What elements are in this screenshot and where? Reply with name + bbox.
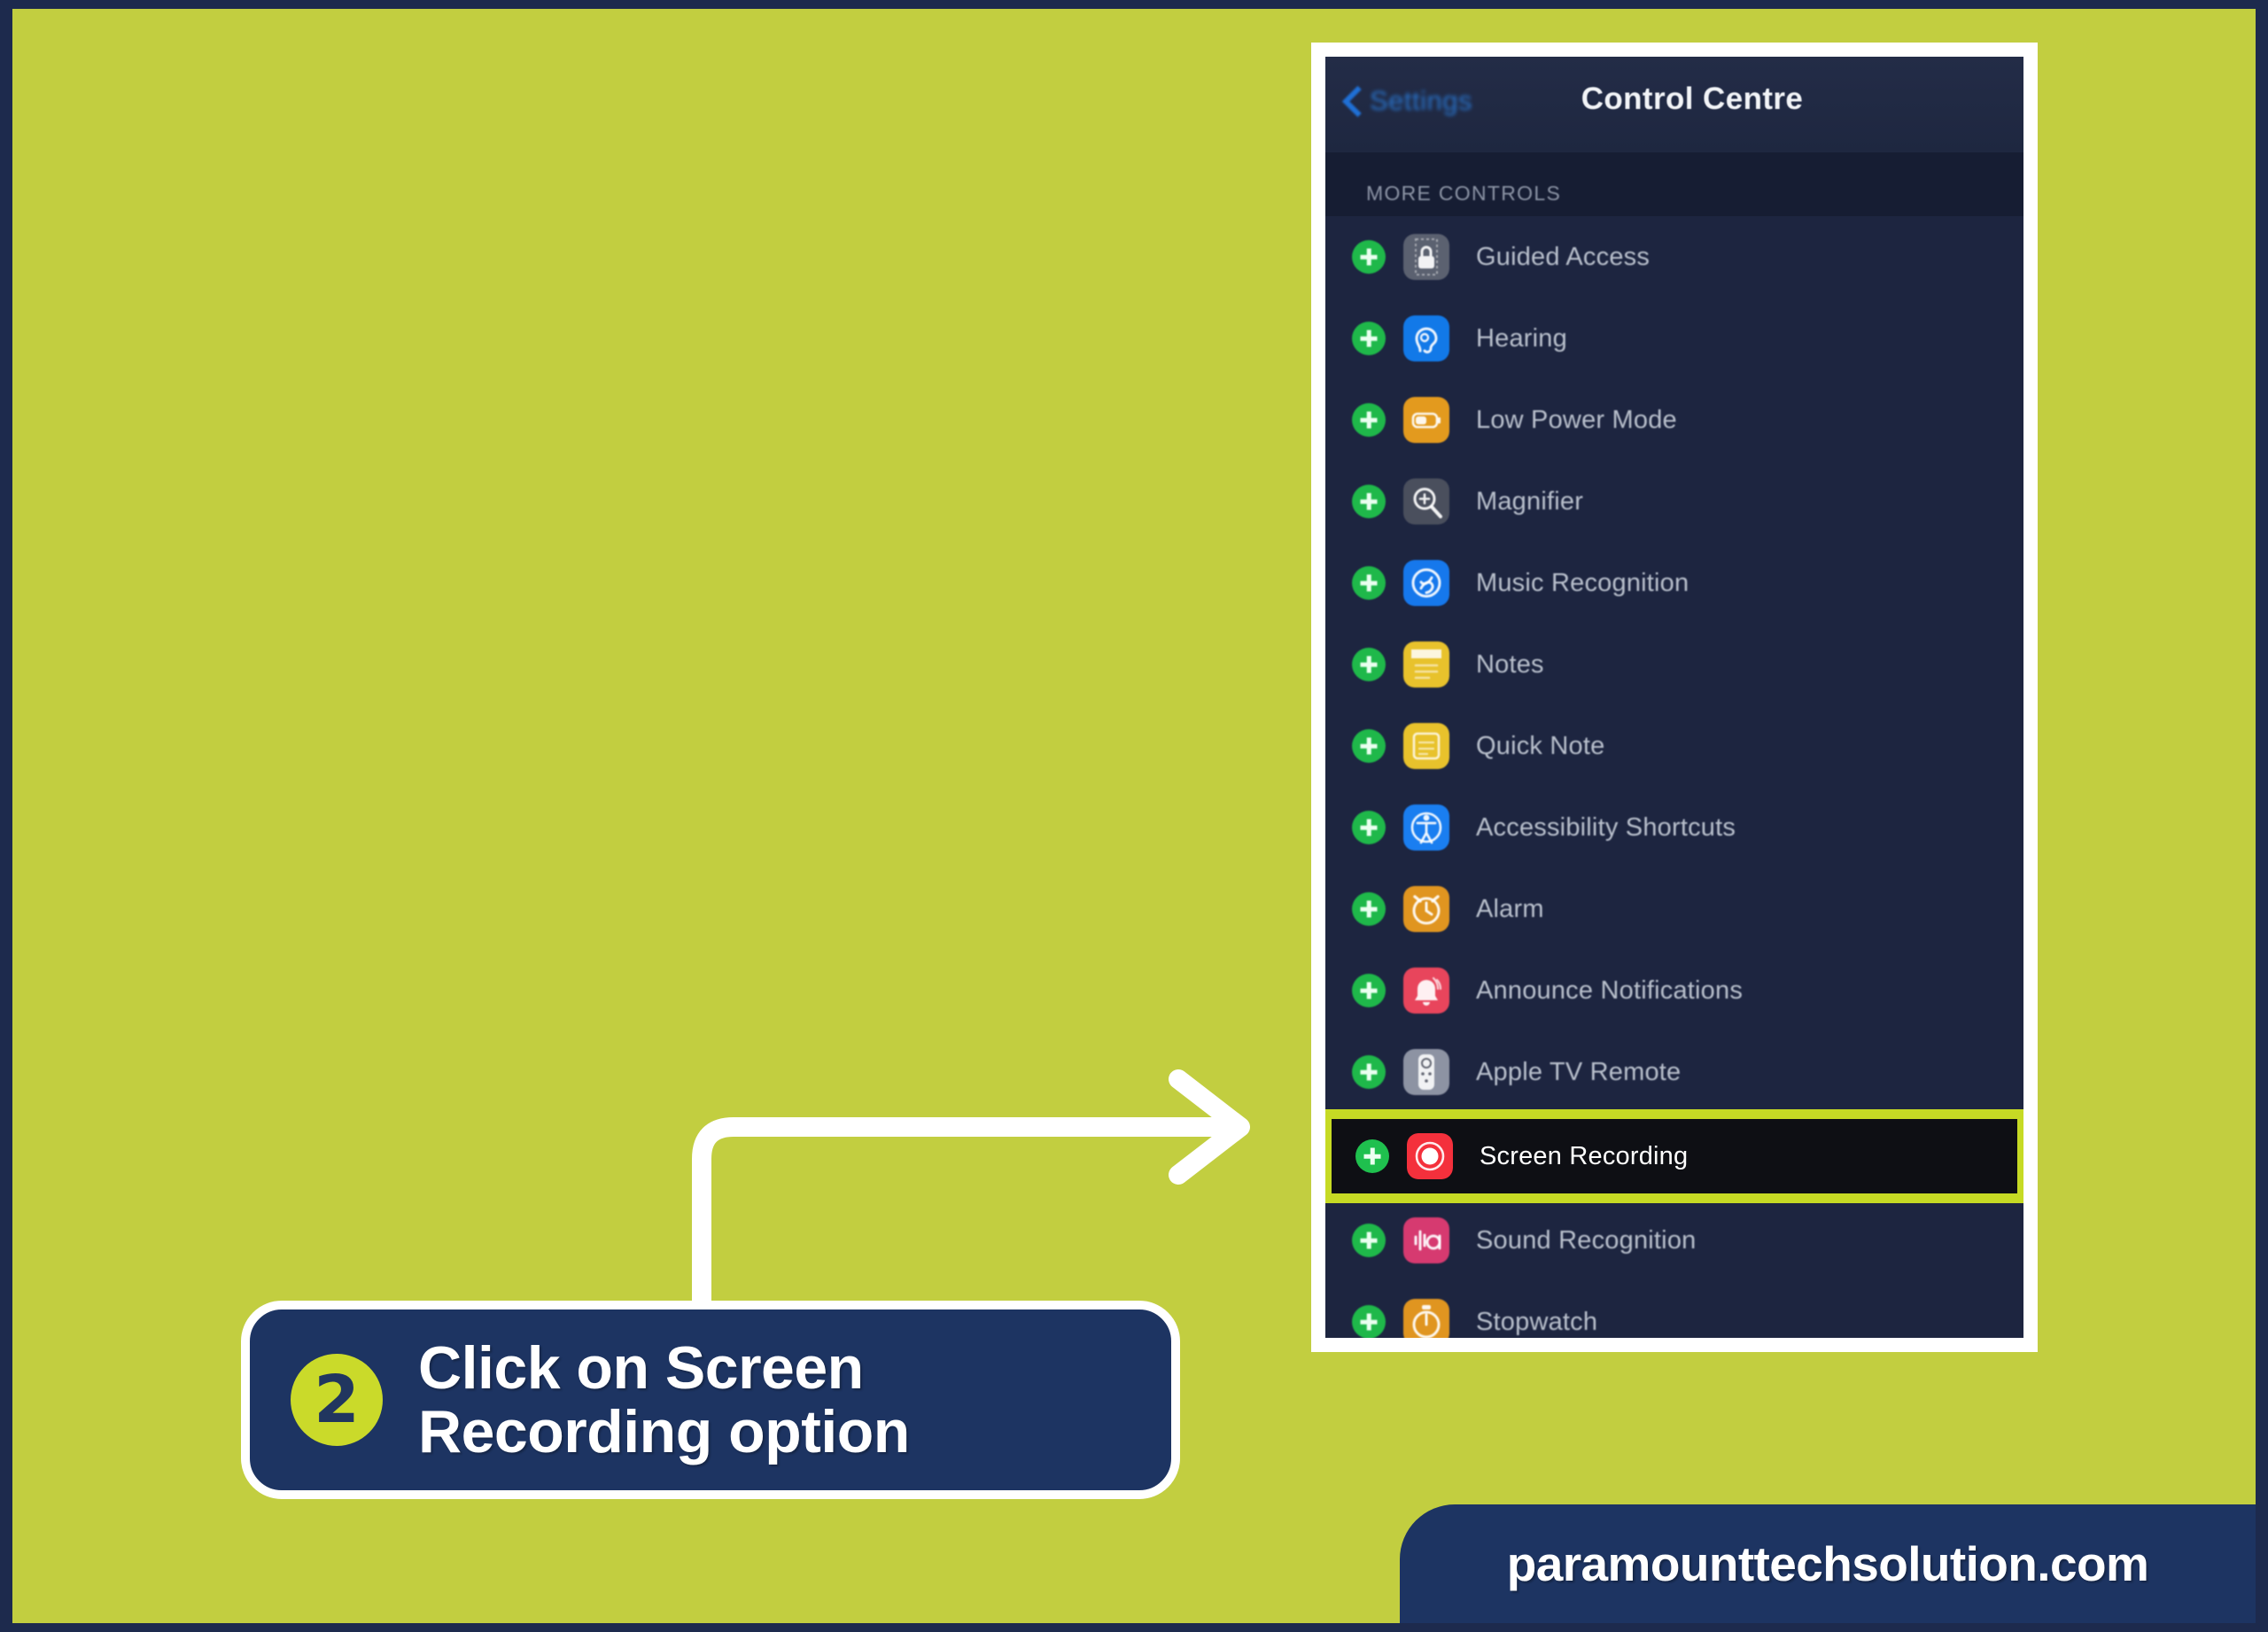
tv-remote-icon xyxy=(1403,1049,1449,1095)
step-number-badge: 2 xyxy=(291,1354,383,1446)
control-label: Screen Recording xyxy=(1480,1141,1689,1170)
plus-icon[interactable] xyxy=(1352,1055,1386,1089)
control-label: Quick Note xyxy=(1476,731,1605,760)
bell-icon xyxy=(1403,968,1449,1014)
accessibility-icon xyxy=(1403,804,1449,851)
shazam-icon xyxy=(1403,560,1449,606)
footer-watermark: paramounttechsolution.com xyxy=(1400,1504,2256,1623)
plus-icon[interactable] xyxy=(1352,322,1386,355)
control-label: Alarm xyxy=(1476,894,1544,923)
plus-icon[interactable] xyxy=(1352,1224,1386,1257)
battery-icon xyxy=(1403,397,1449,443)
plus-icon[interactable] xyxy=(1352,892,1386,926)
control-row-guided-access[interactable]: Guided Access xyxy=(1325,216,2023,298)
curved-arrow-right-icon xyxy=(692,1069,1250,1314)
page-title: Control Centre xyxy=(1581,82,1804,116)
step-callout: 2 Click on Screen Recording option xyxy=(241,1301,1180,1499)
control-label: Sound Recognition xyxy=(1476,1225,1697,1255)
stopwatch-icon xyxy=(1403,1299,1449,1338)
phone-screen: Settings Control Centre MORE CONTROLS Gu… xyxy=(1325,57,2023,1338)
section-header: MORE CONTROLS xyxy=(1325,152,2023,216)
notes-icon xyxy=(1403,641,1449,688)
step-instruction-line-1: Click on Screen xyxy=(418,1333,864,1402)
control-label: Guided Access xyxy=(1476,242,1651,271)
control-row-announce-notifications[interactable]: Announce Notifications xyxy=(1325,950,2023,1031)
control-label: Stopwatch xyxy=(1476,1307,1598,1336)
control-label: Magnifier xyxy=(1476,486,1584,516)
plus-icon[interactable] xyxy=(1352,974,1386,1007)
phone-screenshot-panel: Settings Control Centre MORE CONTROLS Gu… xyxy=(1311,43,2038,1352)
control-label: Music Recognition xyxy=(1476,568,1689,597)
control-row-low-power-mode[interactable]: Low Power Mode xyxy=(1325,379,2023,461)
lock-icon xyxy=(1403,234,1449,280)
plus-icon[interactable] xyxy=(1352,1305,1386,1338)
control-row-sound-recognition[interactable]: Sound Recognition xyxy=(1325,1200,2023,1281)
control-row-screen-recording[interactable]: Screen Recording xyxy=(1325,1113,2023,1200)
ear-icon xyxy=(1403,315,1449,361)
control-row-stopwatch[interactable]: Stopwatch xyxy=(1325,1281,2023,1338)
control-label: Announce Notifications xyxy=(1476,975,1744,1005)
control-row-quick-note[interactable]: Quick Note xyxy=(1325,705,2023,787)
plus-icon[interactable] xyxy=(1352,729,1386,763)
control-label: Hearing xyxy=(1476,323,1567,353)
control-row-music-recognition[interactable]: Music Recognition xyxy=(1325,542,2023,624)
navigation-bar: Settings Control Centre xyxy=(1325,57,2023,152)
control-label: Notes xyxy=(1476,649,1544,679)
control-row-notes[interactable]: Notes xyxy=(1325,624,2023,705)
control-label: Low Power Mode xyxy=(1476,405,1677,434)
plus-icon[interactable] xyxy=(1352,403,1386,437)
quick-note-icon xyxy=(1403,723,1449,769)
magnifier-icon xyxy=(1403,478,1449,525)
step-instruction-text: Click on Screen Recording option xyxy=(418,1336,910,1464)
waveform-icon xyxy=(1403,1217,1449,1263)
plus-icon[interactable] xyxy=(1352,566,1386,600)
control-label: Accessibility Shortcuts xyxy=(1476,812,1736,842)
control-row-alarm[interactable]: Alarm xyxy=(1325,868,2023,950)
more-controls-list: Guided Access Hearing Low Power Mode Mag… xyxy=(1325,216,2023,1338)
plus-icon[interactable] xyxy=(1355,1139,1389,1173)
record-icon xyxy=(1407,1133,1453,1179)
control-row-magnifier[interactable]: Magnifier xyxy=(1325,461,2023,542)
plus-icon[interactable] xyxy=(1352,240,1386,274)
section-header-label: MORE CONTROLS xyxy=(1366,182,1562,205)
alarm-clock-icon xyxy=(1403,886,1449,932)
control-row-hearing[interactable]: Hearing xyxy=(1325,298,2023,379)
page-root: Settings Control Centre MORE CONTROLS Gu… xyxy=(0,0,2268,1632)
plus-icon[interactable] xyxy=(1352,811,1386,844)
control-row-apple-tv-remote[interactable]: Apple TV Remote xyxy=(1325,1031,2023,1113)
plus-icon[interactable] xyxy=(1352,485,1386,518)
step-instruction-line-2: Recording option xyxy=(418,1398,910,1465)
plus-icon[interactable] xyxy=(1352,648,1386,681)
control-label: Apple TV Remote xyxy=(1476,1057,1682,1086)
control-row-accessibility-shortcuts[interactable]: Accessibility Shortcuts xyxy=(1325,787,2023,868)
tutorial-canvas: Settings Control Centre MORE CONTROLS Gu… xyxy=(12,9,2256,1623)
website-url: paramounttechsolution.com xyxy=(1506,1536,2149,1591)
